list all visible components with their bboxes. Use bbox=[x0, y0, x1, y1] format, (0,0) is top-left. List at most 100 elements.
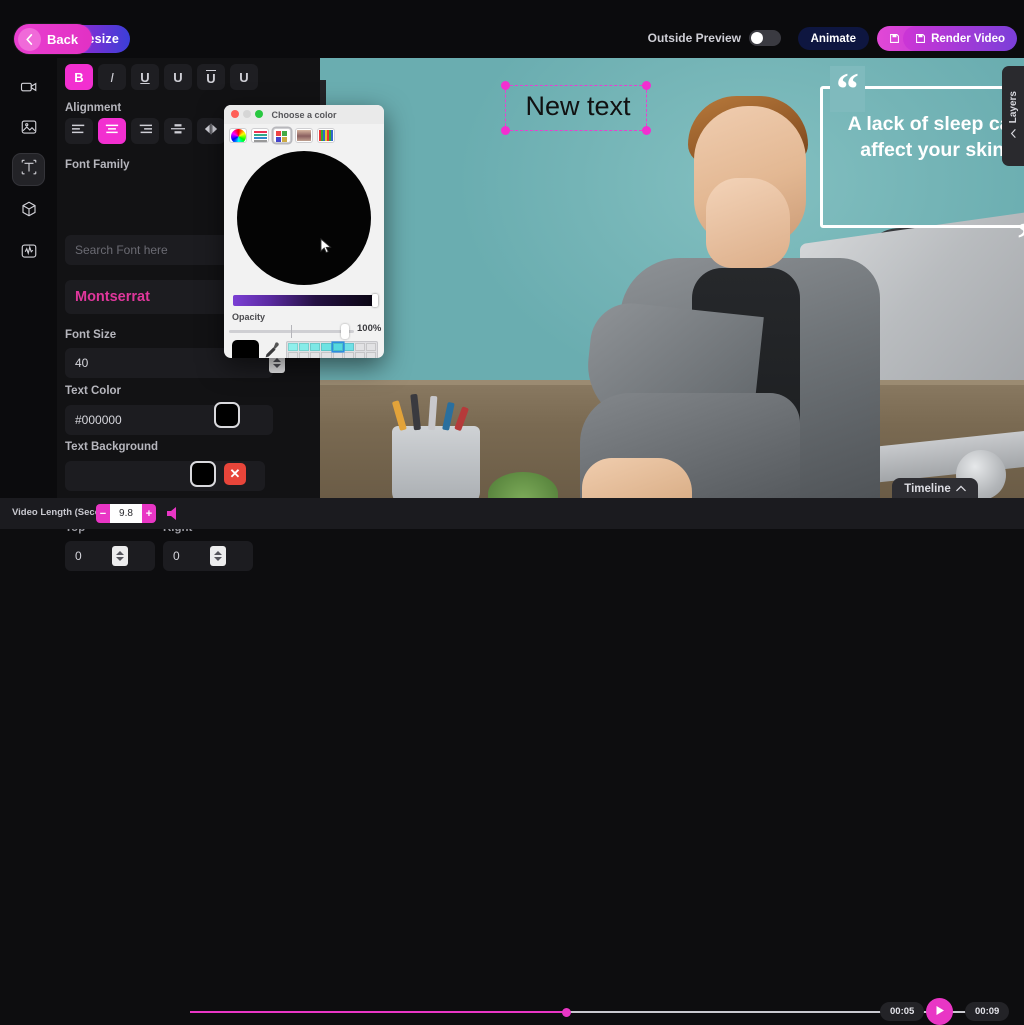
minimize-icon[interactable] bbox=[243, 110, 251, 118]
speaker-icon[interactable] bbox=[165, 505, 185, 527]
timeline-playhead[interactable] bbox=[562, 1007, 571, 1017]
video-camera-icon bbox=[20, 78, 38, 101]
new-text-layer[interactable]: New text bbox=[508, 91, 648, 122]
timeline-progress bbox=[190, 1011, 568, 1013]
play-button[interactable] bbox=[926, 998, 953, 1025]
color-swatch-grid[interactable] bbox=[286, 341, 378, 358]
overline-label: U bbox=[206, 69, 216, 86]
video-length-value[interactable]: 9.8 bbox=[110, 504, 142, 523]
animate-button[interactable]: Animate bbox=[797, 27, 869, 50]
text-background-clear-button[interactable]: ✕ bbox=[224, 463, 246, 485]
opacity-slider-knob[interactable] bbox=[341, 324, 349, 339]
color-sliders-tool[interactable] bbox=[251, 127, 269, 143]
font-size-label: Font Size bbox=[65, 329, 117, 341]
text-color-label: Text Color bbox=[65, 385, 122, 397]
text-background-swatch[interactable] bbox=[190, 461, 216, 487]
swatch[interactable] bbox=[299, 343, 310, 351]
current-time-chip: 00:05 bbox=[880, 1002, 925, 1021]
text-color-swatch[interactable] bbox=[214, 402, 240, 428]
color-picker-dialog[interactable]: Choose a color Opacity 100% bbox=[224, 105, 384, 358]
opacity-slider[interactable] bbox=[229, 324, 354, 339]
swatch[interactable] bbox=[310, 343, 321, 351]
swatch[interactable] bbox=[288, 352, 299, 358]
overline-button[interactable]: U bbox=[197, 64, 225, 90]
align-right-button[interactable] bbox=[131, 118, 159, 144]
strikethrough-label: U bbox=[239, 69, 249, 85]
bold-label: B bbox=[74, 69, 84, 85]
align-center-button[interactable] bbox=[98, 118, 126, 144]
render-video-button[interactable]: Render Video bbox=[903, 26, 1017, 51]
rail-item-image[interactable] bbox=[13, 114, 44, 145]
text-tool-icon bbox=[20, 158, 38, 181]
flip-horizontal-button[interactable] bbox=[197, 118, 225, 144]
color-wheel-disc[interactable] bbox=[237, 151, 371, 285]
color-wheel-tool[interactable] bbox=[229, 127, 247, 143]
no-decoration-button[interactable]: U bbox=[164, 64, 192, 90]
padding-top-stepper[interactable] bbox=[112, 546, 128, 566]
bottom-timeline-bar: Video Length (Seconds) − 9.8 + 00:05 00:… bbox=[0, 498, 1024, 1025]
opacity-value[interactable]: 100% bbox=[357, 321, 381, 336]
current-color-swatch[interactable] bbox=[232, 340, 259, 358]
close-icon[interactable] bbox=[231, 110, 239, 118]
rail-item-video[interactable] bbox=[13, 74, 44, 105]
maximize-icon[interactable] bbox=[255, 110, 263, 118]
timeline-toggle-button[interactable]: Timeline bbox=[892, 478, 978, 498]
swatch-selected[interactable] bbox=[332, 343, 343, 351]
align-left-button[interactable] bbox=[65, 118, 93, 144]
font-search-input[interactable]: Search Font here bbox=[65, 235, 237, 265]
eyedropper-icon[interactable] bbox=[264, 341, 280, 358]
hue-slider[interactable] bbox=[233, 294, 378, 307]
rail-item-element[interactable] bbox=[13, 196, 44, 227]
video-length-increment[interactable]: + bbox=[142, 504, 156, 523]
top-toolbar: Resize Back Outside Preview Animate Save… bbox=[0, 0, 1024, 58]
align-vertical-center-icon bbox=[171, 122, 185, 140]
text-background-label: Text Background bbox=[65, 441, 159, 453]
alignment-buttons bbox=[65, 118, 225, 144]
text-color-input[interactable]: #000000 bbox=[65, 405, 273, 435]
back-button[interactable]: Back bbox=[14, 24, 93, 54]
video-length-stepper: − 9.8 + bbox=[96, 504, 156, 523]
swatch[interactable] bbox=[310, 352, 321, 358]
resize-handle-top-left[interactable] bbox=[501, 81, 510, 90]
align-right-icon bbox=[138, 122, 152, 140]
resize-handle-top-right[interactable] bbox=[642, 81, 651, 90]
swatch[interactable] bbox=[354, 343, 365, 351]
swatch[interactable] bbox=[332, 352, 343, 358]
underline-button[interactable]: U bbox=[131, 64, 159, 90]
swatch[interactable] bbox=[343, 352, 354, 358]
rail-item-text[interactable] bbox=[13, 154, 44, 185]
hue-slider-knob[interactable] bbox=[372, 294, 378, 307]
audio-waveform-icon bbox=[20, 242, 38, 265]
rail-item-audio[interactable] bbox=[13, 238, 44, 269]
padding-right-stepper[interactable] bbox=[210, 546, 226, 566]
swatch[interactable] bbox=[343, 343, 354, 351]
outside-preview-toggle[interactable] bbox=[749, 30, 781, 46]
quote-close-icon: ” bbox=[1011, 216, 1024, 262]
italic-button[interactable]: I bbox=[98, 64, 126, 90]
swatch[interactable] bbox=[354, 352, 365, 358]
font-family-value: Montserrat bbox=[75, 289, 150, 305]
bold-button[interactable]: B bbox=[65, 64, 93, 90]
align-vertical-center-button[interactable] bbox=[164, 118, 192, 144]
color-palettes-tool[interactable] bbox=[273, 127, 291, 143]
chevron-left-icon bbox=[18, 27, 41, 51]
padding-right-input[interactable]: 0 bbox=[163, 541, 253, 571]
layers-tab-button[interactable]: Layers bbox=[1002, 66, 1024, 166]
swatch[interactable] bbox=[321, 352, 332, 358]
strikethrough-button[interactable]: U bbox=[230, 64, 258, 90]
video-length-decrement[interactable]: − bbox=[96, 504, 110, 523]
swatch[interactable] bbox=[299, 352, 310, 358]
swatch[interactable] bbox=[365, 352, 376, 358]
timeline-scrubber[interactable] bbox=[190, 1007, 990, 1017]
floppy-disk-icon bbox=[889, 33, 900, 44]
video-canvas[interactable]: New text “ A lack of sleep can affect yo… bbox=[320, 58, 1024, 498]
image-palettes-tool[interactable] bbox=[295, 127, 313, 143]
resize-handle-bottom-left[interactable] bbox=[501, 126, 510, 135]
swatch[interactable] bbox=[288, 343, 299, 351]
resize-handle-bottom-right[interactable] bbox=[642, 126, 651, 135]
padding-top-input[interactable]: 0 bbox=[65, 541, 155, 571]
swatch[interactable] bbox=[365, 343, 376, 351]
quote-card[interactable]: “ A lack of sleep can affect your skin. … bbox=[820, 66, 1024, 262]
swatch[interactable] bbox=[321, 343, 332, 351]
pencils-tool[interactable] bbox=[317, 127, 335, 143]
